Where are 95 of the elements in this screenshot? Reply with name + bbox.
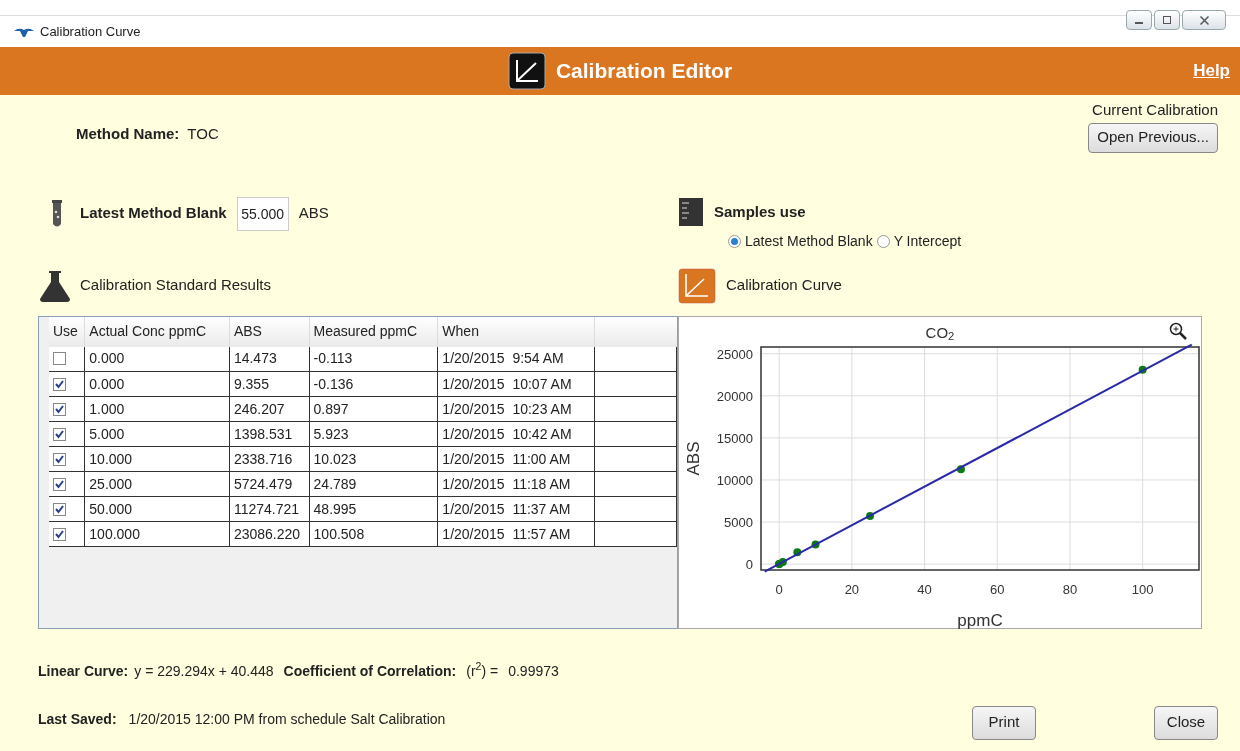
minimize-button[interactable] (1126, 10, 1152, 30)
bird-logo-icon (14, 26, 34, 37)
table-cell: 10.000 (84, 446, 230, 472)
table-cell: 1/20/2015 9:54 AM (437, 346, 595, 372)
table-cell: 50.000 (84, 496, 230, 522)
correlation-label: Coefficient of Correlation: (283, 661, 457, 681)
column-header[interactable]: Measured ppmC (309, 316, 438, 347)
table-cell: 23086.220 (229, 521, 310, 547)
table-cell: 5.000 (84, 421, 230, 447)
table-cell: 0.000 (84, 346, 230, 372)
restore-button[interactable] (1154, 10, 1180, 30)
y-tick-label: 20000 (716, 388, 753, 404)
table-cell: 1/20/2015 10:42 AM (437, 421, 595, 447)
table-cell: 100.508 (309, 521, 438, 547)
zoom-in-icon[interactable] (1169, 321, 1187, 340)
close-dialog-button[interactable]: Close (1154, 705, 1218, 740)
table-cell: 11274.721 (229, 496, 310, 522)
table-cell: 9.355 (229, 371, 310, 397)
table-cell: 14.473 (229, 346, 310, 372)
method-name-value: TOC (187, 123, 219, 144)
radio-button[interactable] (876, 234, 890, 248)
open-previous-button[interactable]: Open Previous... (1088, 122, 1218, 153)
y-tick-label: 10000 (716, 472, 753, 488)
table-cell: -0.136 (309, 371, 438, 397)
linear-curve-equation: y = 229.294x + 40.448 (134, 661, 274, 681)
samples-use-label: Samples use (714, 201, 806, 222)
table-cell: 24.789 (309, 471, 438, 497)
table-cell: 25.000 (84, 471, 230, 497)
method-name-label: Method Name: (76, 123, 180, 144)
y-tick-label: 0 (745, 556, 753, 572)
x-tick-label: 40 (917, 581, 932, 597)
y-tick-label: 5000 (724, 514, 753, 530)
use-checkbox[interactable] (53, 452, 66, 466)
table-cell: 0.000 (84, 371, 230, 397)
table-cell: 1/20/2015 11:00 AM (437, 446, 595, 472)
restore-icon (1163, 16, 1171, 24)
blank-value-field[interactable]: 55.000 (236, 196, 289, 231)
table-cell: -0.113 (309, 346, 438, 372)
linear-curve-label: Linear Curve: (38, 661, 129, 681)
radio-option[interactable]: Y Intercept (876, 230, 962, 252)
x-tick-label: 20 (844, 581, 860, 597)
use-checkbox[interactable] (53, 352, 66, 366)
print-button[interactable]: Print (972, 705, 1036, 740)
chart-title: CO$_{2}$ (925, 322, 955, 344)
table-cell: 0.897 (309, 396, 438, 422)
blank-unit: ABS (298, 203, 329, 224)
radio-option[interactable]: Latest Method Blank (728, 230, 873, 252)
column-header[interactable]: When (437, 316, 595, 347)
window-title: Calibration Curve (40, 22, 141, 41)
section-title: Calibration Curve (726, 275, 842, 296)
use-checkbox[interactable] (53, 527, 66, 541)
use-checkbox[interactable] (53, 402, 66, 416)
column-header[interactable]: ABS (229, 316, 310, 347)
current-calibration-label: Current Calibration (1092, 100, 1218, 120)
x-tick-label: 60 (990, 581, 1005, 597)
flask-icon (38, 268, 72, 303)
use-checkbox[interactable] (53, 427, 66, 441)
table-cell: 1/20/2015 11:18 AM (437, 471, 595, 497)
x-axis-title: ppmC (957, 610, 1003, 630)
table-cell: 246.207 (229, 396, 310, 422)
radio-button[interactable] (728, 234, 741, 248)
table-cell: 1/20/2015 10:07 AM (437, 371, 595, 397)
table-cell: 5.923 (309, 421, 438, 447)
x-tick-label: 100 (1131, 581, 1154, 597)
use-checkbox[interactable] (53, 502, 66, 516)
y-axis-title: ABS (684, 441, 703, 475)
close-icon (1199, 15, 1209, 25)
header-title: Calibration Editor (555, 58, 733, 85)
table-cell: 100.000 (84, 521, 230, 547)
column-header[interactable]: Use (49, 316, 85, 347)
table-cell: 48.995 (309, 496, 438, 522)
minimize-icon (1135, 22, 1143, 24)
table-cell: 10.023 (309, 446, 438, 472)
column-header[interactable]: Actual Conc ppmC (84, 316, 230, 347)
y-tick-label: 25000 (716, 346, 753, 362)
last-saved-value: 1/20/2015 12:00 PM from schedule Salt Calibration (128, 710, 446, 729)
beaker-icon (678, 196, 704, 227)
use-checkbox[interactable] (53, 477, 66, 491)
table-cell: 1/20/2015 11:57 AM (437, 521, 595, 547)
test-tube-icon (50, 198, 64, 229)
correlation-value: 0.99973 (508, 661, 559, 681)
x-tick-label: 80 (1062, 581, 1078, 597)
use-checkbox[interactable] (53, 377, 66, 391)
table-cell: 1/20/2015 10:23 AM (437, 396, 595, 422)
table-cell: 5724.479 (229, 471, 310, 497)
r-squared-symbol: (r$^{2}$) = (466, 660, 499, 681)
latest-blank-label: Latest Method Blank (80, 203, 227, 224)
table-cell: 1.000 (84, 396, 230, 422)
section-title: Calibration Standard Results (80, 275, 271, 296)
last-saved-label: Last Saved: (38, 710, 117, 729)
y-tick-label: 15000 (716, 430, 753, 446)
table-cell: 2338.716 (229, 446, 310, 472)
x-tick-label: 0 (775, 581, 783, 597)
table-cell: 1/20/2015 11:37 AM (437, 496, 595, 522)
table-cell: 1398.531 (229, 421, 310, 447)
